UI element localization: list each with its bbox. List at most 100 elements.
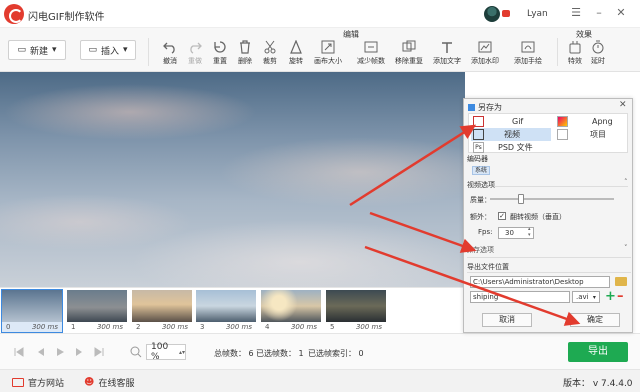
format-option-psd[interactable]: Ps PSD 文件: [471, 141, 551, 154]
frame-index: 0: [6, 323, 11, 331]
format-option-apng[interactable]: Apng: [555, 115, 627, 128]
chevron-up-icon[interactable]: ˄: [624, 178, 628, 186]
dialog-title: 另存为: [478, 103, 502, 112]
trash-icon: [240, 40, 250, 54]
frame-thumbnail[interactable]: 1 300 ms: [67, 290, 127, 332]
redo-icon: [190, 42, 202, 54]
frame-index: 3: [200, 323, 205, 331]
first-frame-icon[interactable]: [14, 347, 24, 357]
folder-icon[interactable]: [615, 277, 627, 286]
playback-bar: 100 % ▴▾ 总帧数： 6 已选帧数： 1 已选帧索引： 0 导出: [0, 333, 640, 369]
reduce-frames-label: 减少帧数: [357, 57, 385, 65]
cancel-button[interactable]: 取消: [482, 313, 532, 327]
fps-value: 30: [505, 229, 514, 237]
filename-field[interactable]: shiping: [470, 291, 570, 303]
support-link[interactable]: ☻ 在线客服: [84, 376, 134, 389]
delay-label: 延时: [591, 57, 605, 65]
extension-value: .avi: [576, 293, 589, 301]
app-title: 闪电GIF制作软件: [28, 12, 105, 23]
chevron-down-icon: ▾: [592, 294, 596, 301]
frame-thumbnail-image: [132, 290, 192, 322]
format-label: PSD 文件: [498, 143, 533, 152]
minimize-icon[interactable]: –: [592, 6, 606, 20]
dialog-close-icon[interactable]: ✕: [619, 100, 629, 110]
last-frame-icon[interactable]: [94, 347, 104, 357]
chevron-down-icon[interactable]: ˅: [624, 244, 628, 252]
canvas-size-button[interactable]: 画布大小: [313, 40, 343, 70]
undo-icon: [163, 42, 175, 54]
search-icon[interactable]: [130, 346, 142, 358]
selected-frames: 已选帧数： 1: [256, 349, 304, 358]
add-watermark-label: 添加水印: [471, 57, 499, 65]
add-watermark-button[interactable]: 添加水印: [470, 40, 500, 70]
video-options-label: 视频选项: [467, 181, 495, 189]
format-option-project[interactable]: 项目: [555, 128, 627, 141]
format-label: 项目: [590, 130, 606, 139]
frame-duration: 300 ms: [96, 323, 123, 331]
toolbar-divider: [148, 38, 149, 66]
frame-duration: 300 ms: [290, 323, 317, 331]
frame-thumbnail[interactable]: 0 300 ms: [1, 289, 63, 333]
next-frame-icon[interactable]: [74, 347, 84, 357]
encoder-system-option[interactable]: 系统: [472, 166, 490, 175]
stepper-icon[interactable]: ▴ ▾: [528, 226, 531, 238]
effects-icon: [569, 41, 581, 54]
menu-icon[interactable]: ☰: [569, 6, 583, 20]
remove-duplicate-label: 移除重复: [395, 57, 423, 65]
gif-format-icon: [473, 116, 484, 127]
resize-icon: [321, 40, 335, 54]
flip-video-checkbox[interactable]: ✓: [498, 212, 506, 220]
frame-thumbnail[interactable]: 4 300 ms: [261, 290, 321, 332]
quality-slider-track[interactable]: [490, 198, 614, 200]
previous-frame-icon[interactable]: [36, 347, 46, 357]
monitor-icon: [12, 378, 24, 387]
export-path-field[interactable]: C:\Users\Administrator\Desktop: [470, 276, 610, 288]
frame-preview-canvas[interactable]: [0, 72, 465, 287]
frame-thumbnail[interactable]: 5 300 ms: [326, 290, 386, 332]
new-button-label: 新建: [29, 46, 48, 57]
toolbar: ▭ 新建 ▾ ▭ 插入 ▾ 编辑 效果 撤消 重做 重置 删除 裁剪 旋转 画布…: [0, 28, 640, 72]
add-icon[interactable]: +: [605, 289, 616, 304]
support-agent-icon: ☻: [84, 377, 95, 388]
zoom-field[interactable]: 100 % ▴▾: [146, 342, 186, 362]
frame-thumbnail[interactable]: 3 300 ms: [196, 290, 256, 332]
project-format-icon: [557, 129, 568, 140]
format-option-video[interactable]: 视频: [471, 128, 551, 141]
frame-thumbnail-image: [2, 290, 62, 322]
website-link[interactable]: 官方网站: [12, 376, 64, 389]
format-option-gif[interactable]: Gif: [471, 115, 551, 128]
frame-duration: 300 ms: [161, 323, 188, 331]
username[interactable]: Lyan: [527, 9, 548, 19]
frame-thumbnail[interactable]: 2 300 ms: [132, 290, 192, 332]
section-divider: [494, 186, 628, 187]
total-frames: 总帧数： 6: [214, 349, 254, 358]
quality-slider-handle[interactable]: [518, 194, 524, 204]
reduce-frames-button[interactable]: 减少帧数: [356, 40, 386, 70]
fps-label: Fps:: [478, 228, 493, 236]
video-format-icon: [473, 129, 484, 140]
scissors-icon: [264, 40, 276, 54]
frame-thumbnail-image: [196, 290, 256, 322]
frame-duration: 300 ms: [225, 323, 252, 331]
extension-select[interactable]: .avi ▾: [572, 291, 600, 303]
ok-button[interactable]: 确定: [570, 313, 620, 327]
rotate-button[interactable]: 旋转: [281, 40, 311, 70]
play-icon[interactable]: [55, 347, 65, 357]
app-logo-icon: [4, 4, 24, 24]
avatar[interactable]: [484, 6, 500, 22]
export-button[interactable]: 导出: [568, 342, 628, 362]
insert-button-label: 插入: [100, 46, 119, 57]
close-icon[interactable]: ✕: [614, 6, 628, 20]
selected-frame-index: 已选帧索引： 0: [308, 349, 364, 358]
new-button[interactable]: ▭ 新建 ▾: [8, 40, 66, 60]
remove-duplicate-button[interactable]: 移除重复: [394, 40, 424, 70]
add-drawing-label: 添加手绘: [514, 57, 542, 65]
add-drawing-button[interactable]: 添加手绘: [513, 40, 543, 70]
partial-options-label: 保存选项: [466, 246, 494, 254]
new-file-icon: ▭: [17, 45, 26, 55]
insert-button[interactable]: ▭ 插入 ▾: [80, 40, 136, 60]
remove-icon[interactable]: –: [617, 289, 624, 304]
format-label: 视频: [504, 130, 520, 139]
delay-button[interactable]: 延时: [583, 40, 613, 70]
add-text-button[interactable]: 添加文字: [432, 40, 462, 70]
